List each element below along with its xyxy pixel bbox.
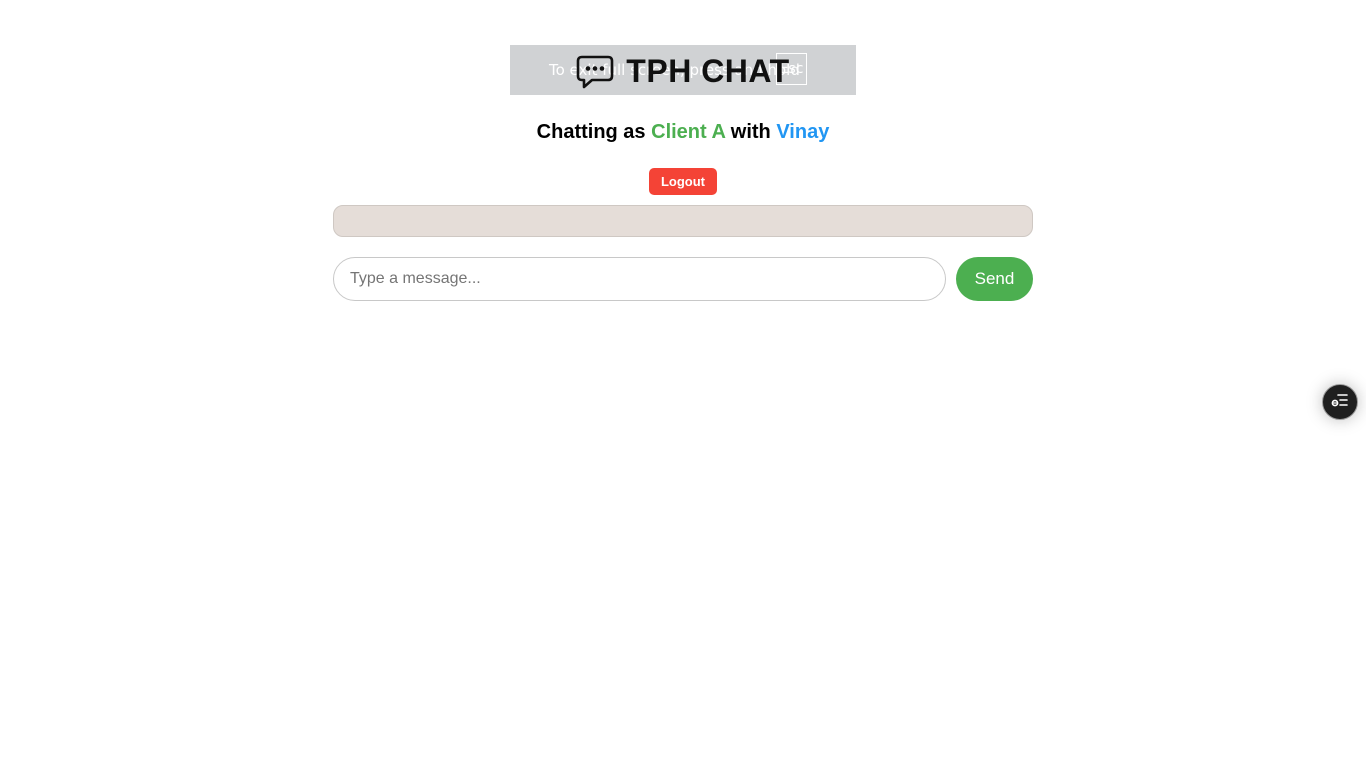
logout-button[interactable]: Logout: [649, 168, 717, 195]
fullscreen-esc-key: Esc: [776, 53, 807, 85]
fullscreen-notice-text: To exit full screen, press and hold: [549, 61, 800, 79]
chat-page: To exit full screen, press and hold Esc …: [0, 0, 1366, 768]
partner-name: Vinay: [776, 121, 830, 143]
fullscreen-exit-notice: To exit full screen, press and hold Esc: [510, 45, 856, 95]
message-input[interactable]: [333, 257, 946, 301]
status-prefix: Chatting as: [536, 121, 646, 143]
status-connector: with: [730, 121, 771, 143]
toggle-list-icon: [1330, 392, 1350, 413]
messages-container[interactable]: [333, 205, 1033, 237]
send-button[interactable]: Send: [956, 257, 1033, 301]
chat-status-line: Chatting as Client A with Vinay: [0, 121, 1366, 144]
floating-widget-button[interactable]: [1322, 384, 1358, 420]
client-name: Client A: [651, 121, 726, 143]
